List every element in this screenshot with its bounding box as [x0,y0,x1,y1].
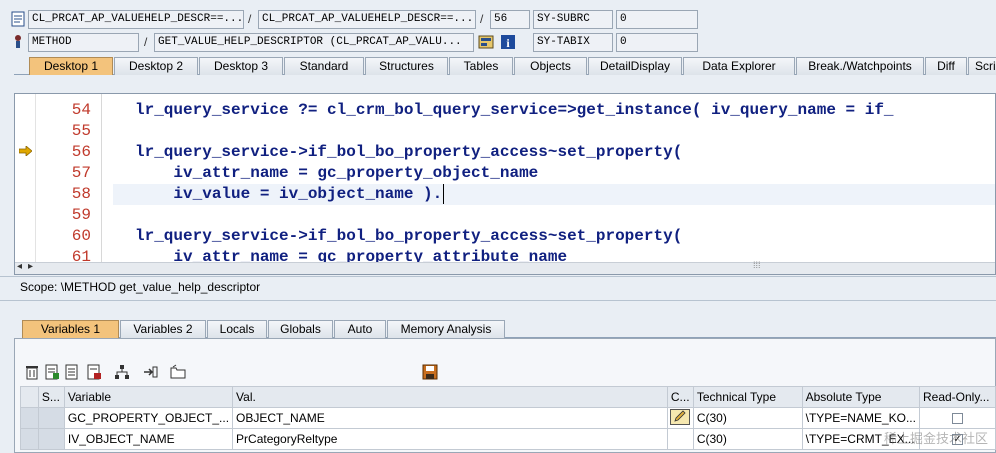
resize-grip-icon[interactable]: ⁞⁞⁞ [753,260,761,270]
status-cell [37,407,65,429]
watermark: 稀土掘金技术社区 [883,432,988,447]
line-number: 54 [71,101,91,119]
event-type-field[interactable]: METHOD [28,33,139,52]
scroll-right-icon[interactable]: ▸ [28,261,33,272]
source-code-editor[interactable]: 54 55 56 57 58 59 60 61 lr_query_service… [14,93,996,275]
column-header[interactable]: Absolute Type [801,386,920,408]
column-header[interactable]: Variable [63,386,234,408]
sy-tabix-label: SY-TABIX [533,33,613,52]
code-line: iv_attr_name = gc_property_object_name [135,164,539,182]
sy-tabix-value[interactable]: 0 [616,33,698,52]
event-name-field[interactable]: GET_VALUE_HELP_DESCRIPTOR (CL_PRCAT_AP_V… [154,33,474,52]
horizontal-scrollbar[interactable]: ◂ ▸ ⁞⁞⁞ [15,260,995,274]
current-line-arrow-icon [19,146,32,156]
delete-icon[interactable] [24,364,40,380]
tab-standard[interactable]: Standard [284,57,364,75]
line-numbers: 54 55 56 57 58 59 60 61 [37,94,95,266]
sy-subrc-label: SY-SUBRC [533,10,613,29]
row-selector-header[interactable] [20,386,39,408]
variable-name-cell[interactable]: GC_PROPERTY_OBJECT_... [63,407,234,429]
tab-objects[interactable]: Objects [514,57,587,75]
tab-data-explorer[interactable]: Data Explorer [683,57,795,75]
line-field[interactable]: 56 [490,10,530,29]
change-cell[interactable] [666,407,694,429]
program-field[interactable]: CL_PRCAT_AP_VALUEHELP_DESCR==... [28,10,244,29]
column-header[interactable]: C... [666,386,694,408]
tab-locals[interactable]: Locals [207,320,267,338]
method-icon [15,35,21,48]
row-selector[interactable] [20,407,39,429]
column-header[interactable]: Technical Type [692,386,803,408]
tab-script[interactable]: Scrip [968,57,996,75]
table-row[interactable]: IV_OBJECT_NAME PrCategoryReltype C(30) \… [20,428,996,450]
program-icon [11,11,25,27]
column-header[interactable]: S... [37,386,65,408]
row-selector[interactable] [20,428,39,450]
column-header[interactable]: Read-Only... [918,386,996,408]
tab-desktop-2[interactable]: Desktop 2 [114,57,198,75]
readonly-checkbox[interactable] [951,413,963,425]
variables-tab-bar: Variables 1 Variables 2 Locals Globals A… [22,320,996,338]
gutter-separator [101,94,102,264]
variables-table: S... Variable Val. C... Technical Type A… [20,386,996,450]
separator-slash: / [480,12,484,26]
code-line: lr_query_service->if_bol_bo_property_acc… [135,227,683,245]
sy-subrc-value[interactable]: 0 [616,10,698,29]
tab-breakpoints[interactable]: Break./Watchpoints [796,57,924,75]
variable-name-cell[interactable]: IV_OBJECT_NAME [63,428,234,450]
code-line: lr_query_service->if_bol_bo_property_acc… [135,143,683,161]
breakpoint-gutter[interactable] [15,94,36,264]
separator-slash: / [144,35,148,49]
absolute-type-cell: \TYPE=NAME_KO... [801,407,920,429]
save-variables-icon[interactable] [86,364,102,380]
tab-desktop-3[interactable]: Desktop 3 [199,57,283,75]
line-number: 60 [71,227,91,245]
line-number: 56 [71,143,91,161]
tab-variables-2[interactable]: Variables 2 [120,320,206,338]
divider [0,300,996,301]
column-header[interactable]: Val. [232,386,668,408]
tab-desktop-1[interactable]: Desktop 1 [29,57,113,75]
info-icon[interactable]: i [500,34,516,50]
technical-type-cell: C(30) [692,407,803,429]
table-header-row: S... Variable Val. C... Technical Type A… [20,386,996,408]
line-number: 59 [71,206,91,224]
tab-memory-analysis[interactable]: Memory Analysis [387,320,505,338]
line-number: 57 [71,164,91,182]
scroll-left-icon[interactable]: ◂ [17,261,22,272]
tab-structures[interactable]: Structures [365,57,448,75]
change-cell[interactable] [666,428,694,450]
status-cell [37,428,65,450]
navigate-icon[interactable] [142,364,158,380]
desktop-tab-bar: Desktop 1 Desktop 2 Desktop 3 Standard S… [14,57,996,75]
insert-variable-icon[interactable] [44,364,60,380]
value-cell[interactable]: OBJECT_NAME [232,407,668,429]
separator-slash: / [248,12,252,26]
table-row[interactable]: GC_PROPERTY_OBJECT_... OBJECT_NAME C(30)… [20,407,996,429]
tab-diff[interactable]: Diff [925,57,967,75]
include-field[interactable]: CL_PRCAT_AP_VALUEHELP_DESCR==... [258,10,476,29]
code-line: iv_value = iv_object_name ). [135,185,443,203]
tab-auto[interactable]: Auto [334,320,386,338]
technical-type-cell: C(30) [692,428,803,450]
readonly-cell [918,407,996,429]
line-number: 55 [71,122,91,140]
display-source-icon[interactable] [478,34,494,50]
tab-tables[interactable]: Tables [449,57,513,75]
tab-variables-1[interactable]: Variables 1 [22,320,119,338]
code-line: lr_query_service ?= cl_crm_bol_query_ser… [135,101,894,119]
tab-detail-display[interactable]: DetailDisplay [588,57,682,75]
edit-pencil-icon[interactable] [669,408,690,425]
scope-label: Scope: \METHOD get_value_help_descriptor [20,280,261,294]
value-cell[interactable]: PrCategoryReltype [232,428,668,450]
text-cursor [443,184,444,204]
save-icon[interactable] [422,364,438,380]
line-number: 58 [71,185,91,203]
divider [0,276,996,277]
folder-icon[interactable] [170,364,186,380]
load-variables-icon[interactable] [64,364,80,380]
hierarchy-icon[interactable] [114,364,130,380]
tab-globals[interactable]: Globals [268,320,333,338]
